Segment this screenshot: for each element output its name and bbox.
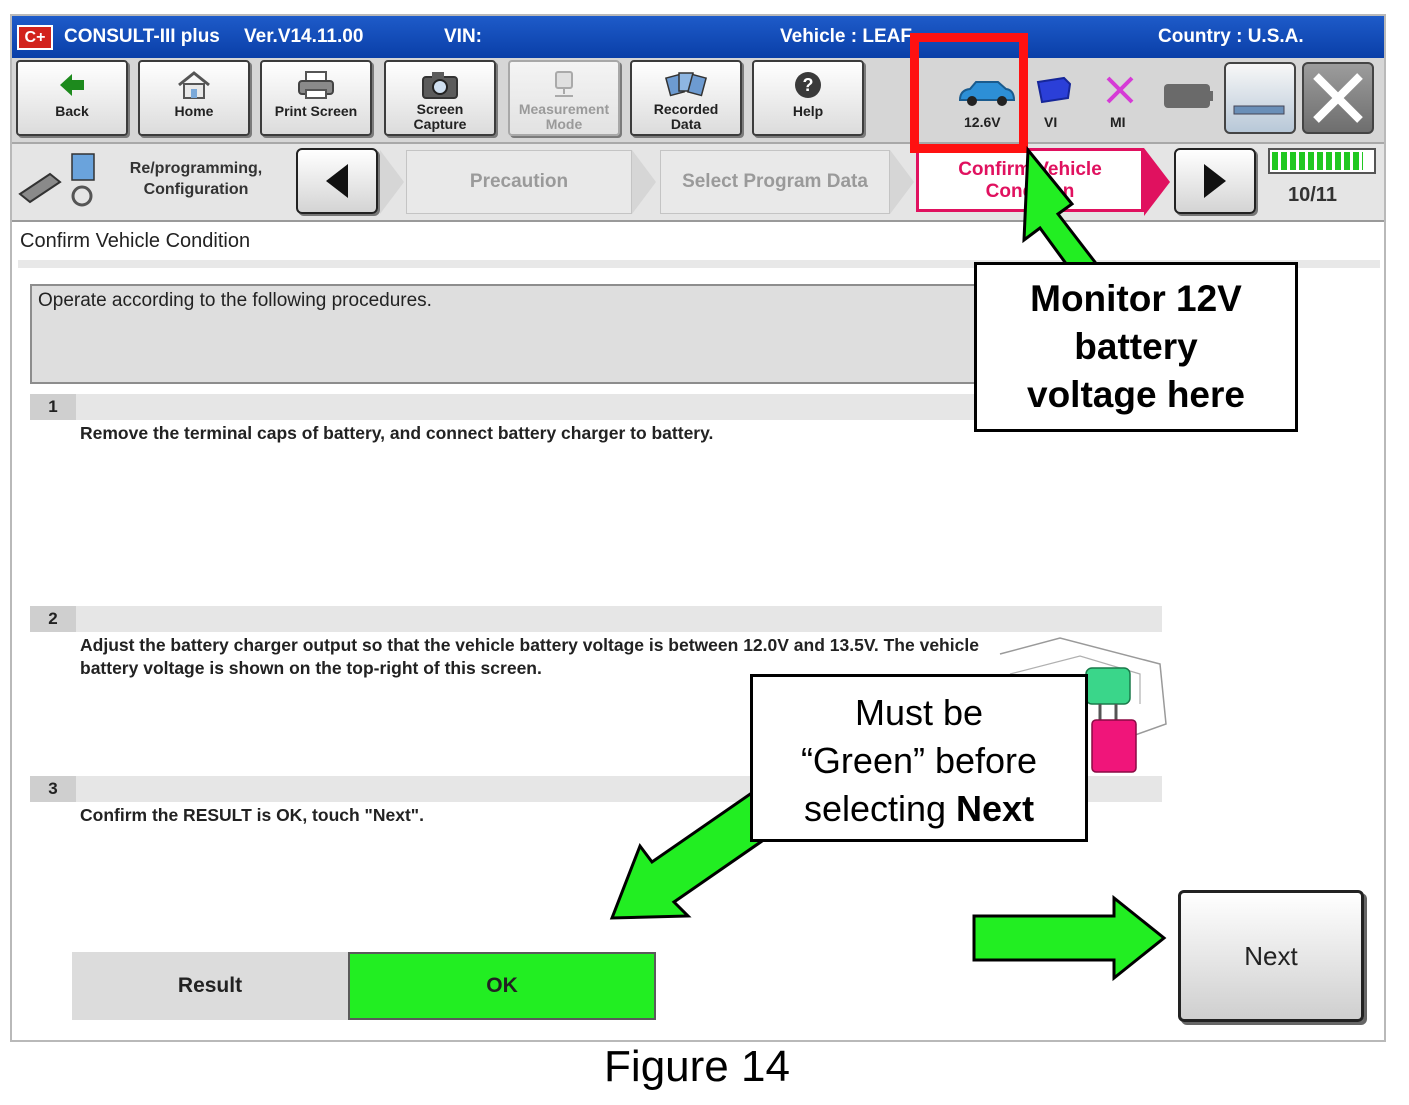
annotation-arrows	[609, 146, 1167, 982]
callout-must-be-green: Must be “Green” before selecting Next	[750, 674, 1088, 842]
callout-text: selecting	[803, 788, 957, 829]
arrow-to-voltage-icon	[1022, 146, 1101, 283]
callout-line: selecting Next	[753, 785, 1085, 833]
callout-monitor-voltage: Monitor 12V battery voltage here	[974, 262, 1298, 432]
callout-line: voltage here	[1027, 374, 1245, 415]
arrow-to-next-icon	[972, 894, 1167, 982]
callout-line: Monitor 12V	[1030, 278, 1242, 319]
callout-bold-next: Next	[956, 788, 1035, 829]
callout-line: “Green” before	[800, 740, 1038, 781]
callout-line: Must be	[854, 692, 984, 733]
callout-line: battery	[1074, 326, 1198, 367]
figure-caption: Figure 14	[604, 1042, 790, 1091]
